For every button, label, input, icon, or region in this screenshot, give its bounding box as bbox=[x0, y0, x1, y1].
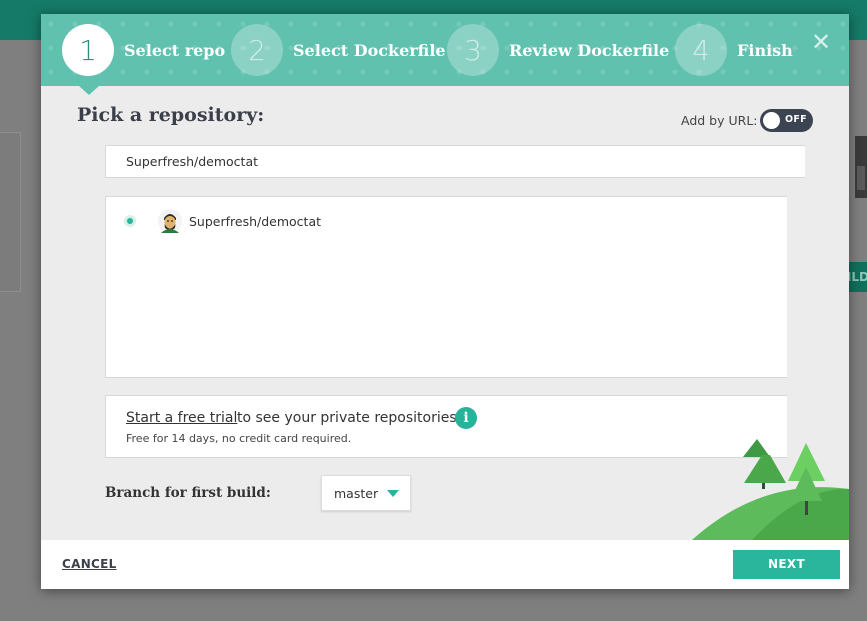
wizard-header: 1 Select repo 2 Select Dockerfile 3 Revi… bbox=[41, 14, 849, 86]
hill-with-trees-illustration bbox=[692, 439, 849, 540]
toggle-knob bbox=[763, 112, 780, 129]
branch-selected-value: master bbox=[334, 486, 379, 501]
step-label: Finish bbox=[737, 40, 793, 60]
repository-search-input[interactable] bbox=[105, 145, 805, 178]
info-icon[interactable]: i bbox=[455, 407, 477, 429]
page-title: Pick a repository: bbox=[77, 104, 265, 126]
step-label: Select repo bbox=[124, 40, 226, 60]
background-thumbnail bbox=[855, 136, 867, 198]
modal-footer: CANCEL NEXT bbox=[41, 540, 849, 589]
add-by-url-label: Add by URL: bbox=[681, 113, 758, 128]
branch-select[interactable]: master bbox=[321, 475, 411, 511]
new-build-modal: 1 Select repo 2 Select Dockerfile 3 Revi… bbox=[41, 14, 849, 589]
step-number-circle: 2 bbox=[231, 24, 283, 76]
add-by-url-toggle[interactable]: OFF bbox=[760, 109, 813, 132]
cancel-button[interactable]: CANCEL bbox=[62, 557, 117, 571]
step-label: Select Dockerfile bbox=[293, 40, 446, 60]
wizard-step-4[interactable]: 4 Finish bbox=[675, 24, 793, 76]
step-number-circle: 3 bbox=[447, 24, 499, 76]
branch-label: Branch for first build: bbox=[105, 485, 271, 501]
selected-radio[interactable] bbox=[124, 215, 136, 227]
trial-subtext: Free for 14 days, no credit card require… bbox=[126, 432, 352, 445]
free-trial-box: Start a free trial to see your private r… bbox=[105, 395, 787, 458]
avatar bbox=[158, 209, 182, 233]
step-label: Review Dockerfile bbox=[509, 40, 670, 60]
trial-description: to see your private repositories bbox=[237, 410, 457, 426]
start-free-trial-link[interactable]: Start a free trial bbox=[126, 410, 237, 426]
wizard-step-3[interactable]: 3 Review Dockerfile bbox=[447, 24, 669, 76]
active-step-pointer bbox=[79, 86, 99, 95]
chevron-down-icon bbox=[387, 490, 399, 497]
repository-name: Superfresh/democtat bbox=[189, 213, 322, 229]
repository-list[interactable]: Superfresh/democtat bbox=[105, 196, 787, 378]
background-card bbox=[0, 132, 21, 292]
step-number-circle: 1 bbox=[62, 24, 114, 76]
close-icon[interactable]: ✕ bbox=[809, 30, 833, 54]
next-button[interactable]: NEXT bbox=[733, 550, 840, 579]
list-item[interactable]: Superfresh/democtat bbox=[124, 209, 321, 233]
step-number-circle: 4 bbox=[675, 24, 727, 76]
wizard-step-1[interactable]: 1 Select repo bbox=[62, 24, 225, 76]
wizard-step-2[interactable]: 2 Select Dockerfile bbox=[231, 24, 446, 76]
toggle-state-text: OFF bbox=[785, 114, 807, 125]
